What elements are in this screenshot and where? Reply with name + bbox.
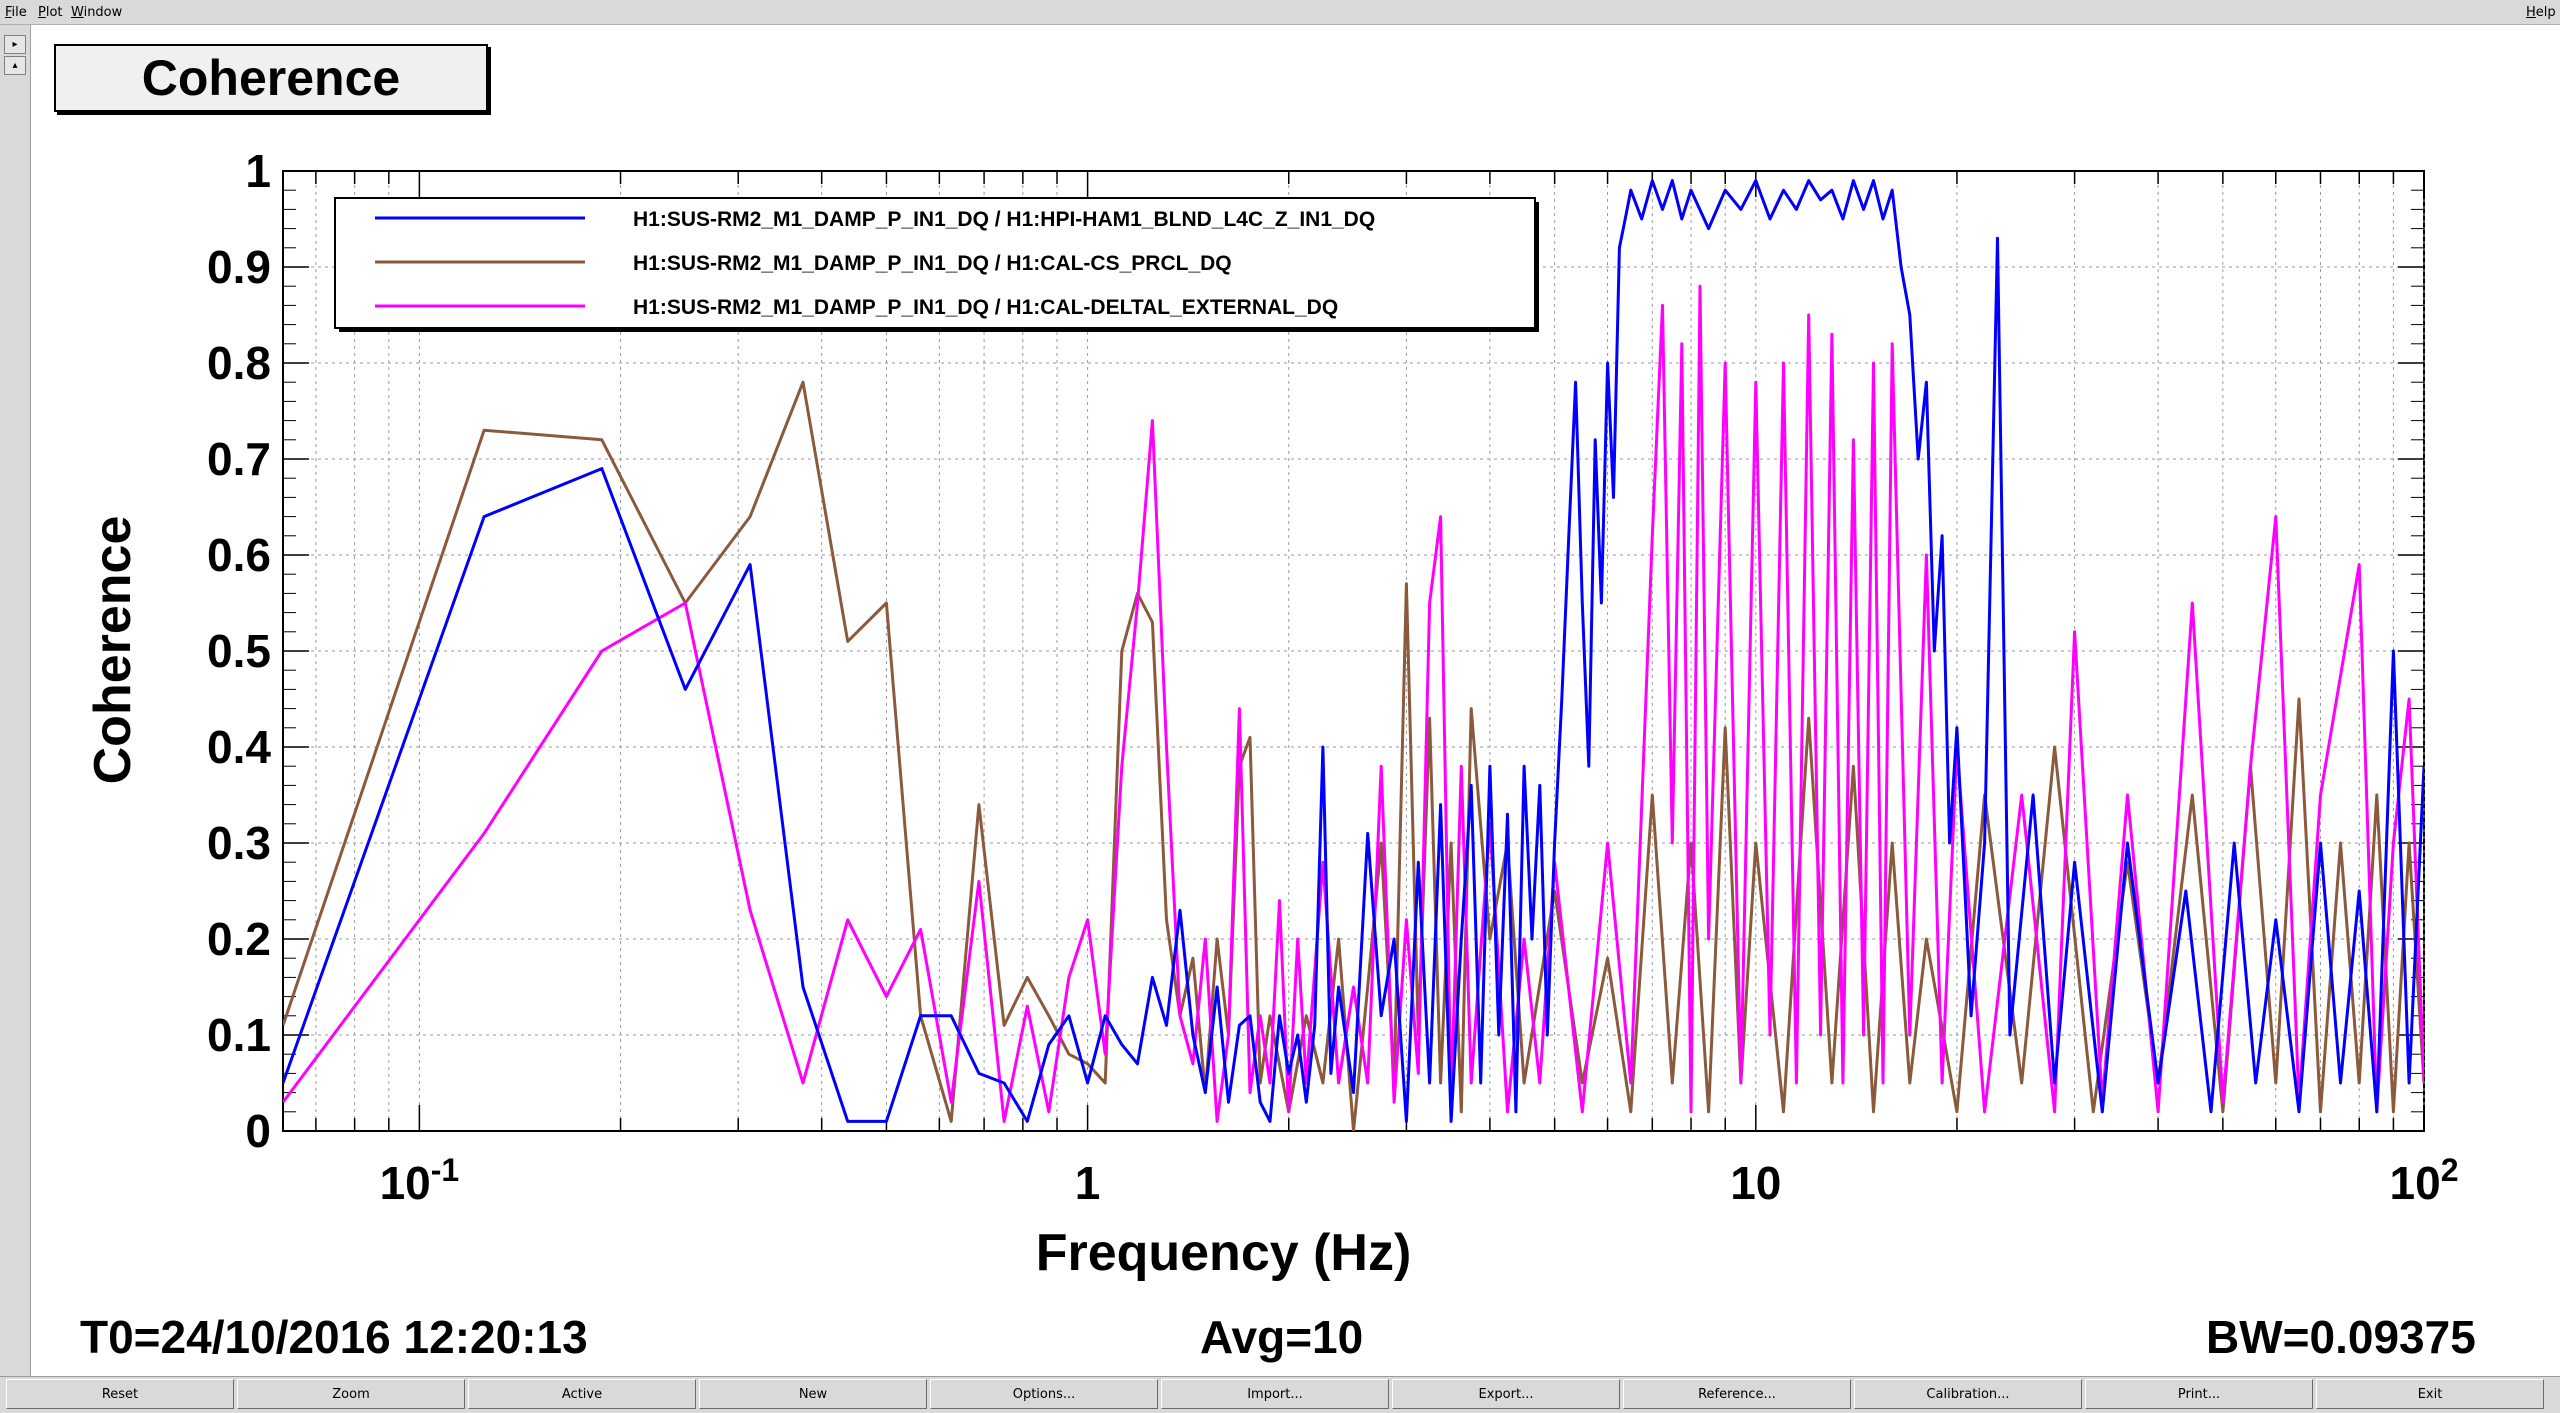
y-tick-label: 0.1 xyxy=(207,1009,271,1061)
y-tick-label: 0.8 xyxy=(207,337,271,389)
x-tick-label: 102 xyxy=(2390,1152,2459,1209)
y-tick-label: 0.6 xyxy=(207,529,271,581)
y-tick-label: 0.5 xyxy=(207,625,271,677)
legend-entry: H1:SUS-RM2_M1_DAMP_P_IN1_DQ / H1:CAL-DEL… xyxy=(633,296,1338,319)
y-tick-label: 0.3 xyxy=(207,817,271,869)
legend-entry: H1:SUS-RM2_M1_DAMP_P_IN1_DQ / H1:HPI-HAM… xyxy=(633,208,1375,231)
y-axis-label: Coherence xyxy=(84,516,142,785)
y-tick-label: 1 xyxy=(245,145,271,197)
exit-button[interactable]: Exit xyxy=(2316,1379,2544,1409)
y-tick-label: 0.2 xyxy=(207,913,271,965)
import-button[interactable]: Import... xyxy=(1161,1379,1389,1409)
x-axis-label: Frequency (Hz) xyxy=(1036,1224,1412,1282)
coherence-plot[interactable]: 0 0.1 0.2 0.3 0.4 0.5 0.6 0.7 0.8 0.9 1 10-1 1 10 102 F… xyxy=(0,0,2560,1376)
calibration-button[interactable]: Calibration... xyxy=(1854,1379,2082,1409)
print-button[interactable]: Print... xyxy=(2085,1379,2313,1409)
export-button[interactable]: Export... xyxy=(1392,1379,1620,1409)
y-tick-label: 0 xyxy=(245,1105,271,1157)
active-button[interactable]: Active xyxy=(468,1379,696,1409)
avg-label: Avg=10 xyxy=(1200,1311,1364,1363)
legend-entry: H1:SUS-RM2_M1_DAMP_P_IN1_DQ / H1:CAL-CS_… xyxy=(633,252,1232,275)
y-tick-label: 0.7 xyxy=(207,433,271,485)
zoom-button[interactable]: Zoom xyxy=(237,1379,465,1409)
bandwidth-label: BW=0.09375 xyxy=(2206,1311,2476,1363)
options-button[interactable]: Options... xyxy=(930,1379,1158,1409)
y-tick-label: 0.9 xyxy=(207,241,271,293)
x-tick-label: 1 xyxy=(1075,1157,1101,1209)
new-button[interactable]: New xyxy=(699,1379,927,1409)
bottom-toolbar: Reset Zoom Active New Options... Import.… xyxy=(0,1376,2560,1413)
y-tick-label: 0.4 xyxy=(207,721,271,773)
reference-button[interactable]: Reference... xyxy=(1623,1379,1851,1409)
plot-title-box: Coherence xyxy=(54,44,488,112)
x-tick-label: 10 xyxy=(1730,1157,1781,1209)
x-tick-label: 10-1 xyxy=(380,1152,460,1209)
reset-button[interactable]: Reset xyxy=(6,1379,234,1409)
t0-label: T0=24/10/2016 12:20:13 xyxy=(80,1311,588,1363)
